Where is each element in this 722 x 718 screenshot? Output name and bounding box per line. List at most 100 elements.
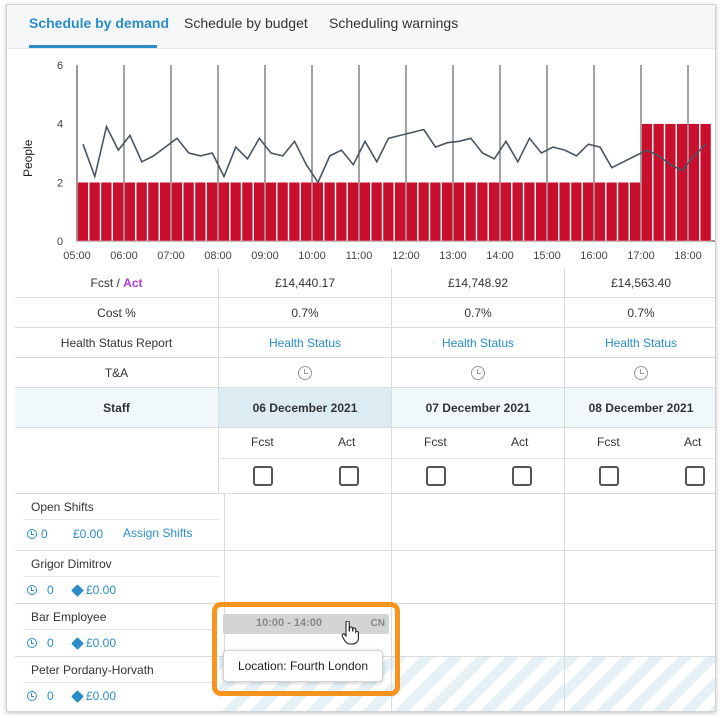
clock-icon [27,585,37,595]
chart-bar [206,182,218,242]
day2-sub-header: Fcst Act [392,428,565,494]
clock-icon [27,529,37,539]
chart-bar [606,182,618,242]
chart-x-tick-label: 12:00 [392,250,420,262]
fcst-value-day2: £14,748.92 [392,268,565,298]
peter-day3[interactable] [565,657,715,711]
cost-value-day3: 0.7% [565,298,715,328]
chart-bar [312,182,324,242]
chart-bar [100,182,112,242]
sub-fcst-label: Fcst [424,435,447,449]
chart-x-tick-label: 11:00 [346,250,373,262]
staff-row-bar-employee: Bar Employee 0 £0.00 [15,604,225,657]
date-header-day2[interactable]: 07 December 2021 [392,388,565,428]
chart-x-tick-label: 06:00 [110,250,138,262]
act-checkbox[interactable] [685,466,705,486]
divider [23,576,219,577]
act-checkbox[interactable] [339,466,359,486]
fcst-checkbox[interactable] [253,466,273,486]
chart-y-tick-label: 4 [57,119,63,131]
chart-bar [382,182,394,242]
staff-name: Peter Pordany-Horvath [31,663,154,677]
demand-chart-svg: 0 2 4 6 05:00 06:00 07:00 08:00 09:00 10:00 11:00 1… [57,60,715,262]
cost-value: £0.00 [73,527,104,541]
divider [23,682,219,683]
ta-cell-day2[interactable] [392,358,565,388]
chart-bar [617,182,629,242]
act-checkbox[interactable] [512,466,532,486]
open-shifts-day1[interactable] [219,494,392,551]
peter-day2[interactable] [392,657,565,711]
sub-act-label: Act [511,435,529,449]
chart-bar [335,182,347,242]
tab-schedule-by-budget[interactable]: Schedule by budget [184,15,308,31]
chart-y-tick-label: 6 [57,60,63,72]
chart-bar [676,123,688,242]
chart-bar [535,182,547,242]
chart-bar [653,123,665,242]
date-header-day1[interactable]: 06 December 2021 [219,388,392,428]
chart-bar [629,182,641,242]
tag-icon [71,583,84,597]
fcst-label: Fcst [90,275,114,290]
chart-x-tick-label: 18:00 [674,250,702,262]
chart-bar [418,182,430,242]
grigor-day1[interactable] [219,551,392,604]
scheduler-window: Schedule by demand Schedule by budget Sc… [6,4,716,712]
fcst-value-day1: £14,440.17 [219,268,392,298]
chart-bar [288,182,300,242]
chart-bar [218,182,230,242]
sub-fcst-label: Fcst [597,435,620,449]
chart-bar [441,182,453,242]
active-tab-indicator [29,45,157,48]
chart-bar [112,182,124,242]
tab-schedule-by-demand[interactable]: Schedule by demand [29,15,169,31]
grigor-day3[interactable] [565,551,715,604]
chart-x-tick-label: 16:00 [580,250,608,262]
open-shifts-day2[interactable] [392,494,565,551]
cost-value: £0.00 [86,636,117,650]
staff-name: Open Shifts [31,500,94,514]
health-status-link-day1[interactable]: Health Status [219,328,392,358]
fcst-checkbox[interactable] [426,466,446,486]
chart-bar [253,182,265,242]
health-status-link-day3[interactable]: Health Status [565,328,715,358]
cost-value-day2: 0.7% [392,298,565,328]
chart-bar [277,182,289,242]
clock-icon [27,638,37,648]
grigor-day2[interactable] [392,551,565,604]
chart-bar [171,182,183,242]
day3-sub-header: Fcst Act [565,428,715,494]
ta-cell-day1[interactable] [219,358,392,388]
fcst-value-day3: £14,563.40 [565,268,715,298]
sub-act-label: Act [684,435,702,449]
demand-chart: 0 2 4 6 05:00 06:00 07:00 08:00 09:00 10:00 11:00 1… [7,49,715,267]
fcst-checkbox[interactable] [599,466,619,486]
assign-shifts-link[interactable]: Assign Shifts [123,526,192,540]
tab-scheduling-warnings[interactable]: Scheduling warnings [329,15,458,31]
chart-y-axis-label: People [21,139,35,177]
chart-bar [89,182,101,242]
ta-cell-day3[interactable] [565,358,715,388]
bar-employee-day2[interactable] [392,604,565,657]
chart-x-tick-label: 05:00 [63,250,91,262]
open-shifts-day3[interactable] [565,494,715,551]
chart-bar [465,182,477,242]
chart-bar [688,123,700,242]
staff-subheader-empty [15,428,219,494]
chart-bar [265,182,277,242]
chart-bar [230,182,242,242]
chart-bar [570,182,582,242]
staff-name: Grigor Dimitrov [31,557,112,571]
date-header-day3[interactable]: 08 December 2021 [565,388,715,428]
chart-x-tick-label: 13:00 [439,250,467,262]
health-status-link-day2[interactable]: Health Status [392,328,565,358]
slash-label: / [113,275,124,290]
sub-fcst-label: Fcst [251,435,274,449]
chart-bar [559,182,571,242]
bar-employee-day3[interactable] [565,604,715,657]
chart-bar [159,182,171,242]
cost-label: Cost % [15,298,219,328]
act-label: Act [123,275,143,290]
tag-icon [71,689,84,703]
